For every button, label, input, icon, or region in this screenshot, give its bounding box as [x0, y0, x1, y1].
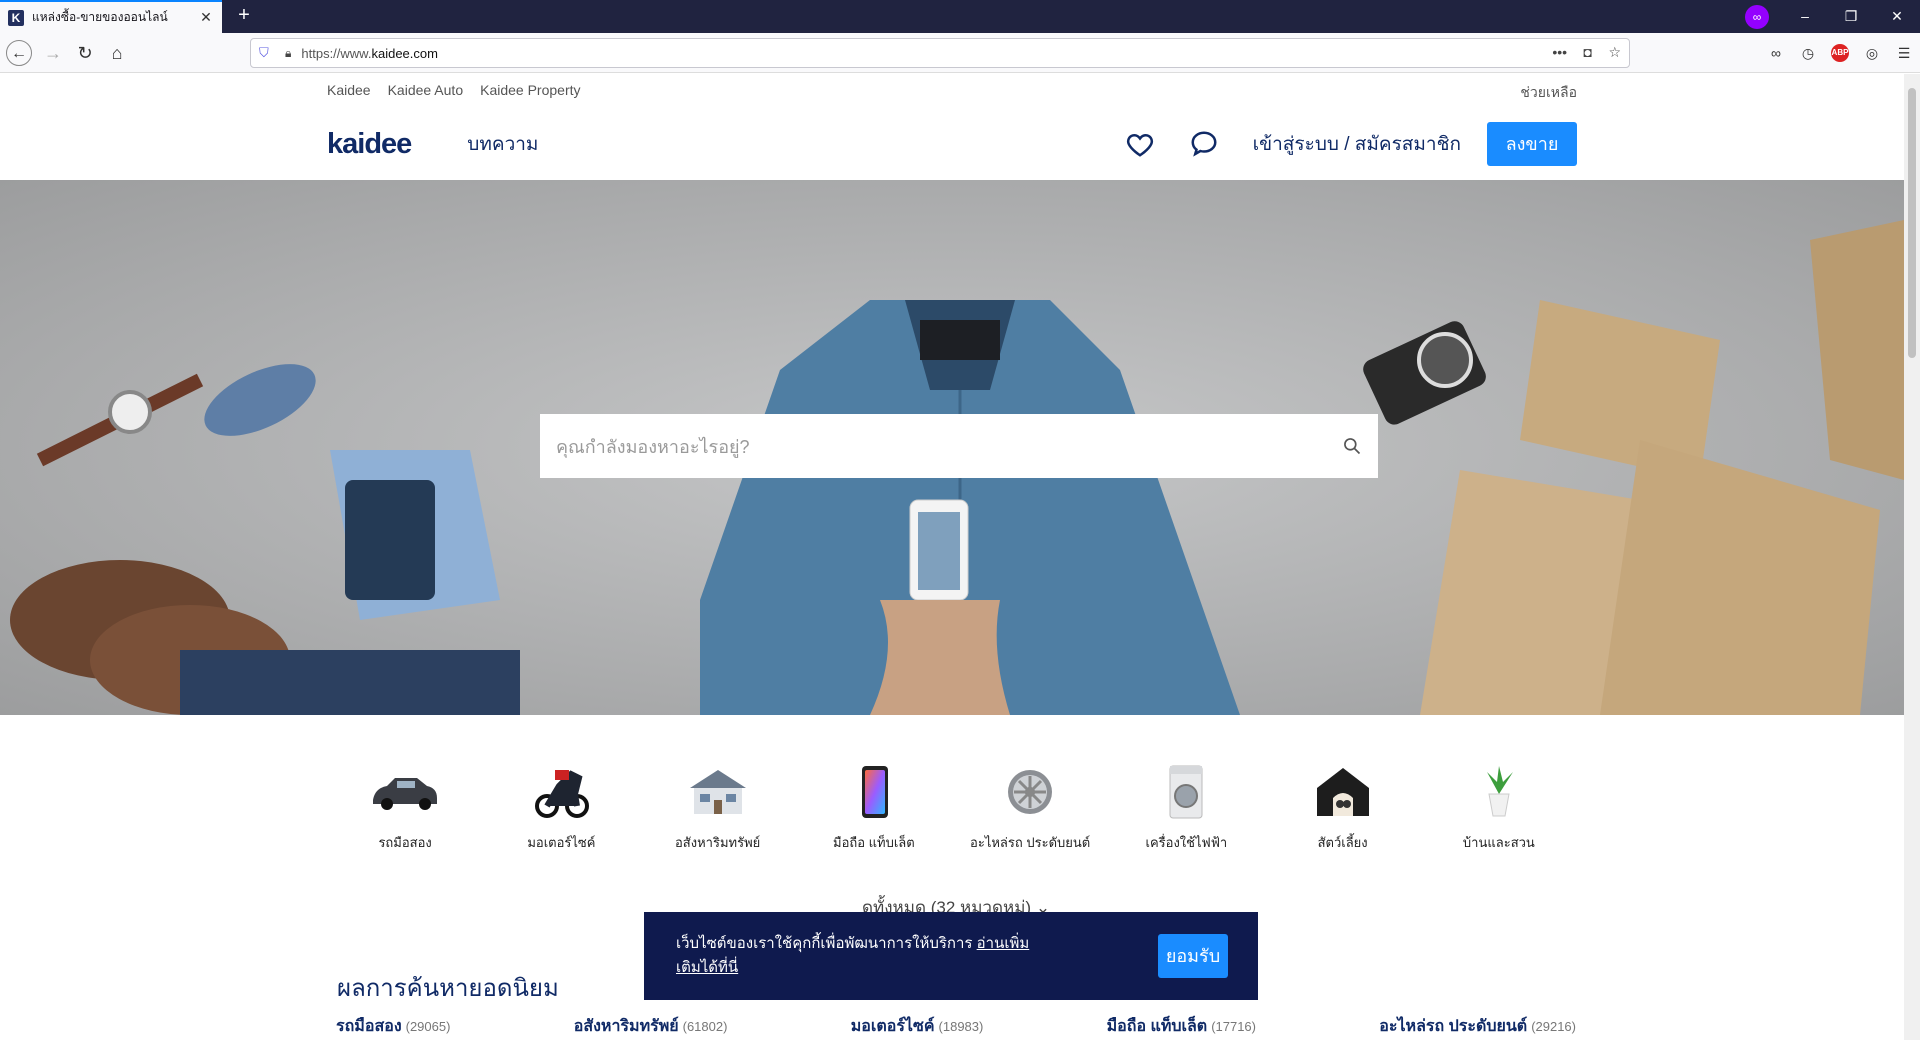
search-input[interactable]: คุณกำลังมองหาอะไรอยู่?: [556, 432, 1342, 461]
tracking-shield-icon[interactable]: ⛉: [259, 45, 275, 61]
reload-button[interactable]: ↻: [72, 40, 98, 66]
category-pets[interactable]: สัตว์เลี้ยง: [1265, 764, 1421, 853]
car-icon: [373, 778, 438, 810]
url-bar[interactable]: ⛉ 🔒︎ https://www.kaidee.com ••• ◘ ☆: [250, 38, 1630, 68]
tab-close-icon[interactable]: ✕: [198, 9, 214, 26]
cookie-banner: เว็บไซต์ของเราใช้คุกกี้เพื่อพัฒนาการให้บ…: [644, 912, 1258, 1000]
category-used-cars[interactable]: รถมือสอง: [327, 764, 483, 853]
pocket-icon[interactable]: ◘: [1584, 44, 1592, 60]
login-register-link[interactable]: เข้าสู่ระบบ / สมัครสมาชิก: [1253, 129, 1461, 159]
kaidee-logo[interactable]: kaidee: [327, 128, 412, 161]
popular-item[interactable]: รถมือสอง (29065): [336, 1014, 450, 1039]
link-kaidee-auto[interactable]: Kaidee Auto: [388, 82, 464, 104]
extension-icon[interactable]: ◎: [1856, 40, 1888, 66]
chat-icon[interactable]: [1189, 129, 1219, 159]
private-browsing-icon: ∞: [1745, 5, 1769, 29]
cookie-text: เว็บไซต์ของเราใช้คุกกี้เพื่อพัฒนาการให้บ…: [676, 935, 1030, 976]
link-kaidee-property[interactable]: Kaidee Property: [480, 82, 580, 104]
sell-button[interactable]: ลงขาย: [1487, 122, 1577, 166]
search-box[interactable]: คุณกำลังมองหาอะไรอยู่?: [540, 414, 1378, 478]
home-button[interactable]: ⌂: [104, 40, 130, 66]
minimize-button[interactable]: –: [1782, 0, 1828, 33]
forward-button[interactable]: →: [40, 40, 66, 66]
popular-item[interactable]: มอเตอร์ไซค์ (18983): [851, 1014, 984, 1039]
history-icon[interactable]: ◷: [1792, 40, 1824, 66]
popular-item[interactable]: มือถือ แท็บเล็ต (17716): [1107, 1014, 1256, 1039]
top-links: Kaidee Kaidee Auto Kaidee Property ช่วยเ…: [327, 82, 1577, 104]
hero-banner: คุณกำลังมองหาอะไรอยู่?: [0, 180, 1904, 715]
category-home-garden[interactable]: บ้านและสวน: [1421, 764, 1577, 853]
house-icon: [689, 770, 746, 814]
scrollbar-thumb[interactable]: [1908, 88, 1916, 358]
wheel-icon: [1008, 770, 1053, 814]
lock-icon[interactable]: 🔒︎: [285, 46, 291, 61]
site-header: kaidee บทความ เข้าสู่ระบบ / สมัครสมาชิก …: [327, 120, 1577, 168]
browser-navbar: ← → ↻ ⌂ ⛉ 🔒︎ https://www.kaidee.com ••• …: [0, 33, 1920, 73]
popular-searches-title: ผลการค้นหายอดนิยม: [337, 975, 559, 1002]
category-phones-tablets[interactable]: มือถือ แท็บเล็ต: [796, 764, 952, 853]
close-window-button[interactable]: ✕: [1874, 0, 1920, 33]
browser-tab-bar: K แหล่งซื้อ-ขายของออนไลน์ ✕ + ∞ – ❐ ✕: [0, 0, 1920, 33]
washer-icon: [1169, 765, 1203, 819]
kaidee-favicon-icon: K: [8, 9, 24, 26]
cookie-accept-button[interactable]: ยอมรับ: [1158, 934, 1228, 978]
popular-searches: รถมือสอง (29065) อสังหาริมทรัพย์ (61802) ม…: [336, 1014, 1576, 1039]
popular-item[interactable]: อสังหาริมทรัพย์ (61802): [574, 1014, 728, 1039]
pet-house-icon: [1316, 768, 1369, 816]
help-link[interactable]: ช่วยเหลือ: [1520, 82, 1577, 104]
menu-icon[interactable]: ☰: [1888, 40, 1920, 66]
category-motorcycles[interactable]: มอเตอร์ไซค์: [483, 764, 639, 853]
motorcycle-icon: [535, 770, 590, 818]
restore-button[interactable]: ❐: [1828, 0, 1874, 33]
phone-icon: [861, 766, 888, 818]
category-auto-parts[interactable]: อะไหล่รถ ประดับยนต์: [952, 764, 1108, 853]
back-button[interactable]: ←: [6, 40, 32, 66]
tab-title: แหล่งซื้อ-ขายของออนไลน์: [32, 10, 168, 24]
heart-icon[interactable]: [1125, 129, 1155, 159]
bookmark-star-icon[interactable]: ☆: [1608, 44, 1621, 60]
url-text[interactable]: https://www.kaidee.com: [301, 46, 1540, 61]
new-tab-button[interactable]: +: [232, 4, 256, 28]
search-icon[interactable]: [1342, 436, 1362, 456]
page-scrollbar[interactable]: [1904, 74, 1920, 1040]
link-kaidee[interactable]: Kaidee: [327, 82, 371, 104]
page-actions-icon[interactable]: •••: [1552, 44, 1567, 60]
articles-link[interactable]: บทความ: [467, 129, 538, 159]
category-list: รถมือสอง มอเตอร์ไซค์ อสังหาริมทรัพย์ มือ…: [327, 764, 1577, 853]
popular-item[interactable]: อะไหล่รถ ประดับยนต์ (29216): [1379, 1014, 1576, 1039]
browser-tab[interactable]: K แหล่งซื้อ-ขายของออนไลน์ ✕: [0, 0, 222, 33]
private-mask-icon[interactable]: ∞: [1760, 40, 1792, 66]
page-content: Kaidee Kaidee Auto Kaidee Property ช่วยเ…: [0, 74, 1904, 1040]
category-real-estate[interactable]: อสังหาริมทรัพย์: [640, 764, 796, 853]
category-appliances[interactable]: เครื่องใช้ไฟฟ้า: [1108, 764, 1264, 853]
plant-icon: [1486, 766, 1513, 817]
adblock-icon[interactable]: ABP: [1831, 44, 1849, 62]
